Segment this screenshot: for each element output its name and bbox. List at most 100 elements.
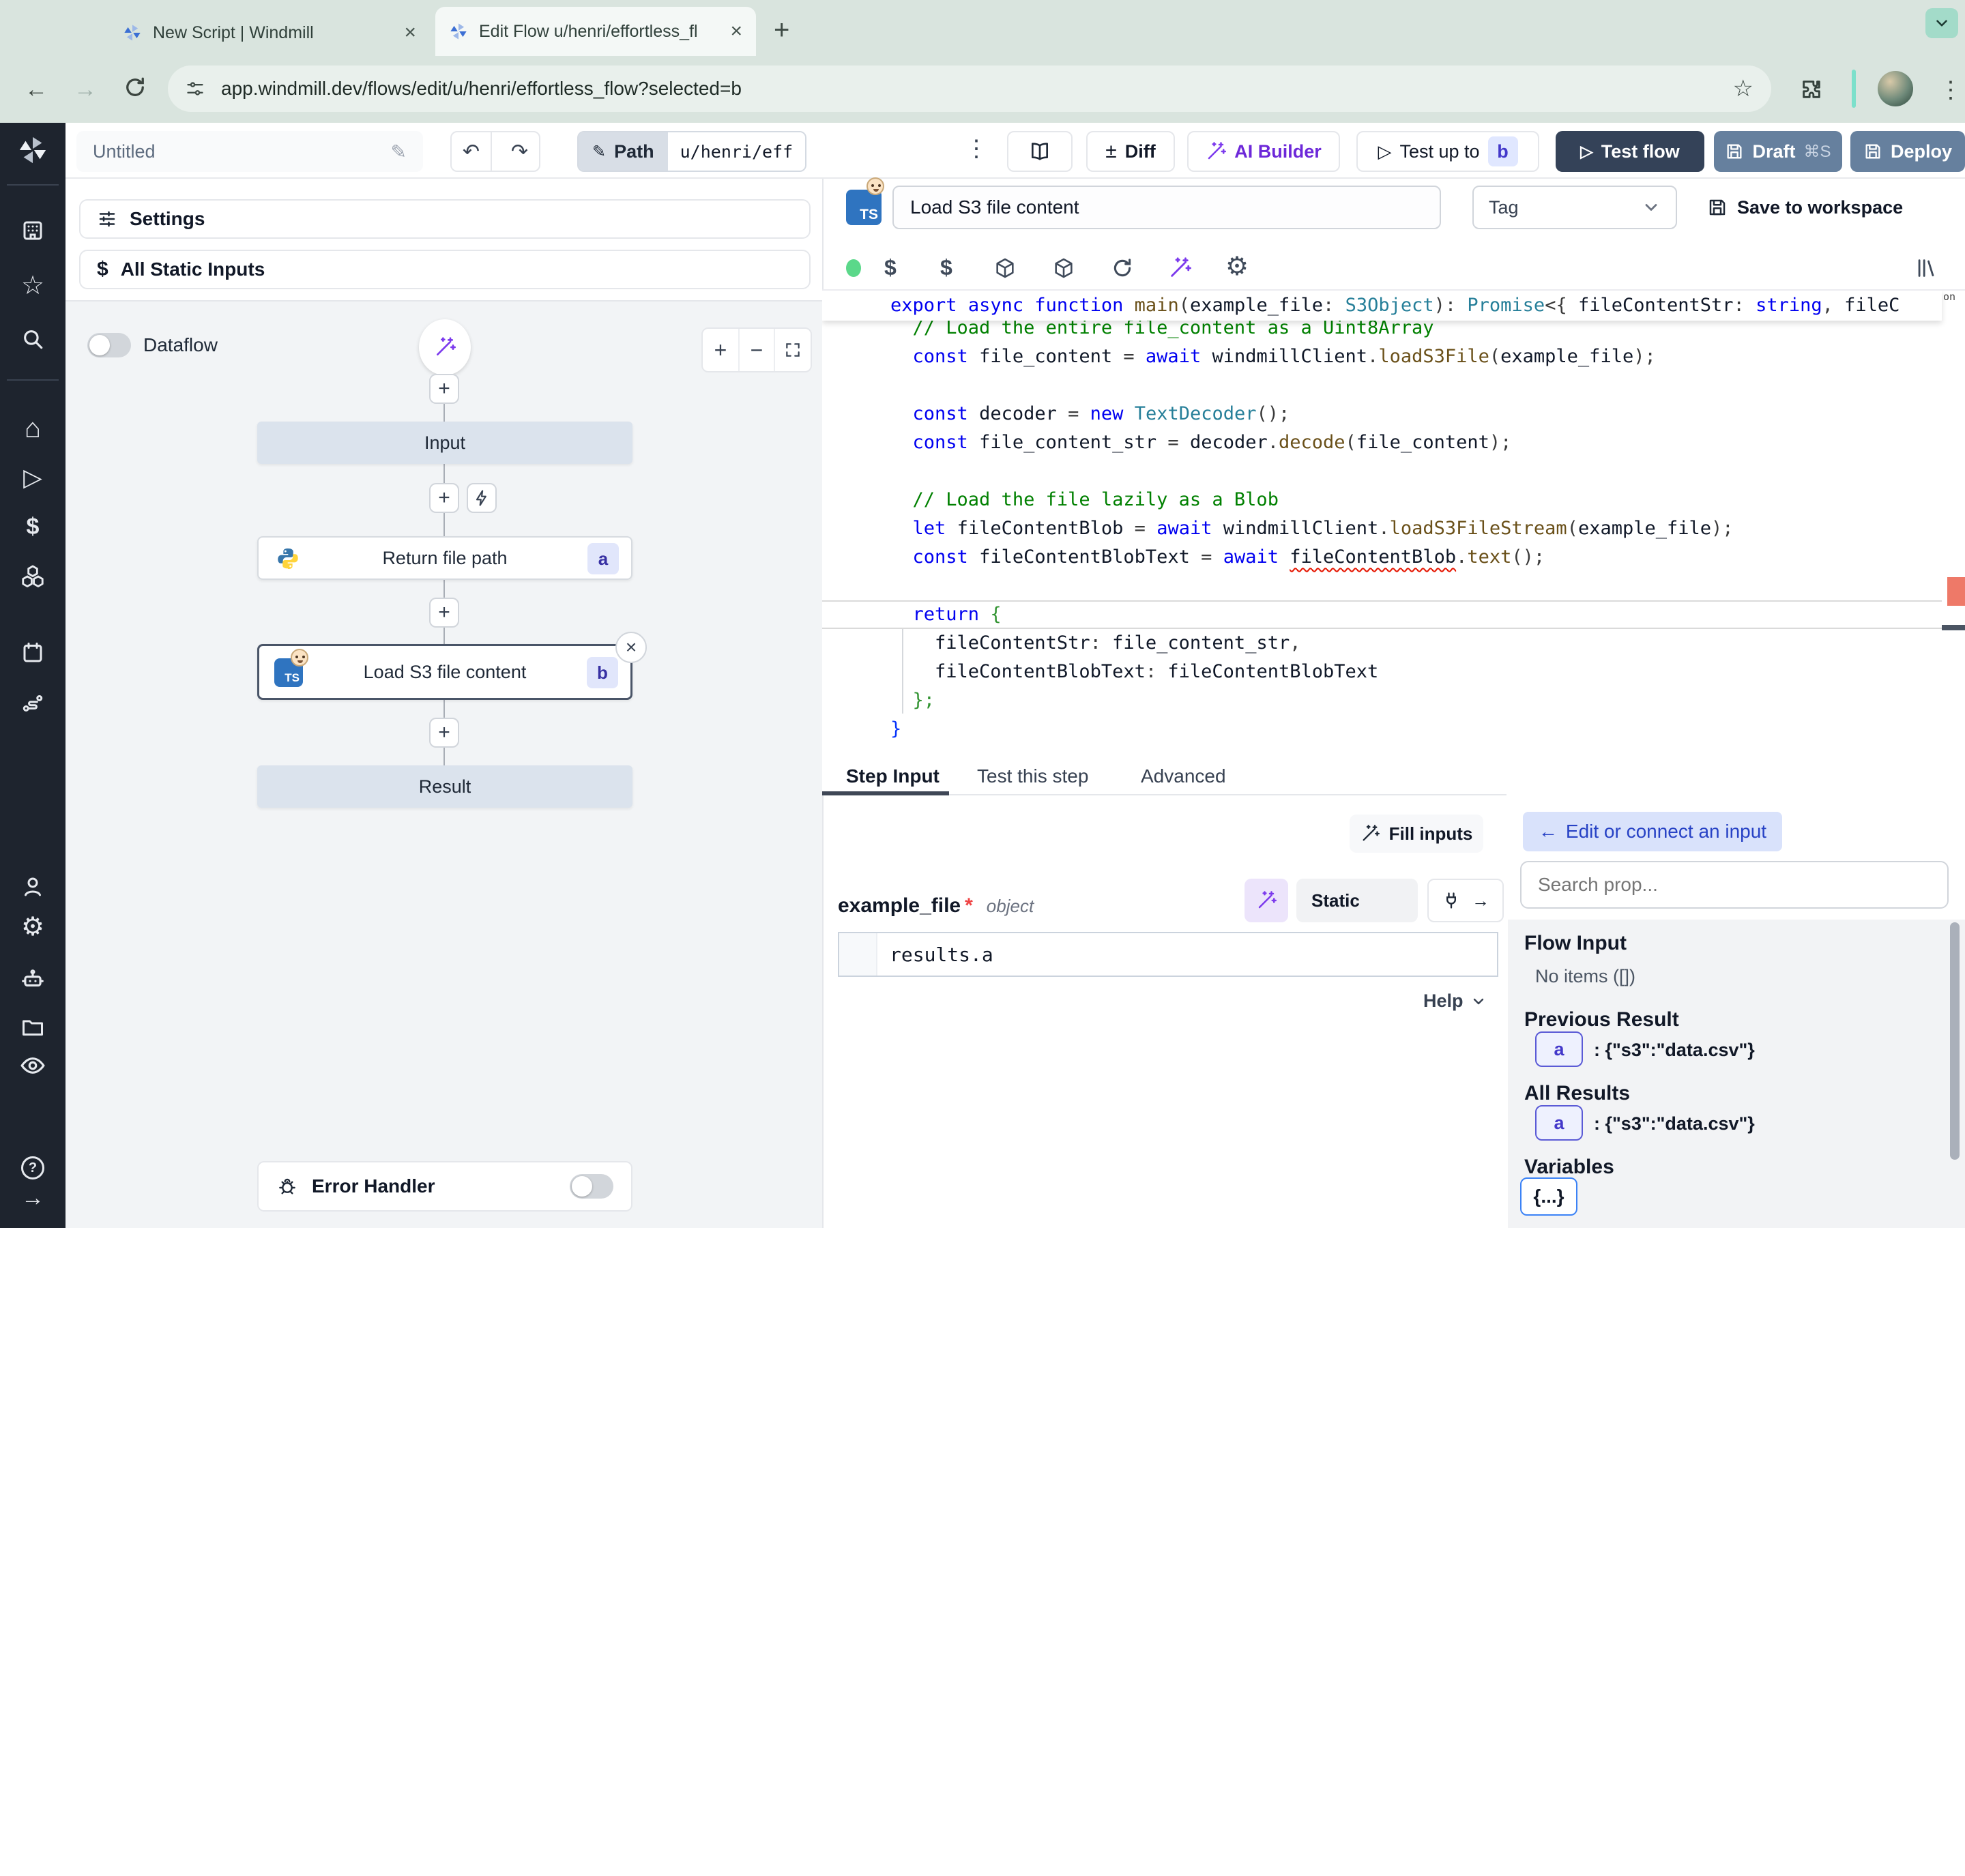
code-line[interactable]	[822, 371, 1942, 400]
draft-button[interactable]: Draft ⌘S	[1714, 131, 1842, 172]
all-static-inputs-button[interactable]: $ All Static Inputs	[79, 250, 811, 289]
variables-badge[interactable]: {...}	[1520, 1177, 1577, 1216]
browser-tab-edit-flow[interactable]: Edit Flow u/henri/effortless_fl ×	[435, 7, 756, 56]
ai-flow-wand-button[interactable]	[419, 319, 471, 375]
fill-inputs-button[interactable]: Fill inputs	[1350, 815, 1483, 853]
remove-step-button[interactable]: ×	[615, 632, 647, 663]
sidebar-item-favorites[interactable]: ☆	[0, 270, 66, 300]
zoom-fit-button[interactable]	[775, 329, 811, 371]
save-to-workspace-button[interactable]: Save to workspace	[1707, 186, 1903, 229]
sidebar-item-workers[interactable]	[0, 964, 66, 994]
browser-menu-button[interactable]: ⋮	[1939, 76, 1962, 104]
reload-button[interactable]	[123, 75, 147, 100]
deploy-button[interactable]: Deploy	[1850, 131, 1965, 172]
insert-trigger-button[interactable]	[467, 483, 497, 513]
minimap-slider[interactable]	[1942, 625, 1965, 630]
sidebar-item-workspace[interactable]	[0, 216, 66, 246]
url-bar[interactable]: app.windmill.dev/flows/edit/u/henri/effo…	[168, 65, 1771, 112]
code-line[interactable]: return {	[822, 600, 1942, 629]
code-editor[interactable]: export async function main(example_file:…	[822, 291, 1965, 753]
code-body[interactable]: // Load the entire file_content as a Uin…	[822, 314, 1942, 744]
reload-deps-button[interactable]	[1111, 257, 1134, 280]
scrollbar-thumb[interactable]	[1950, 922, 1960, 1160]
sidebar-item-search[interactable]	[0, 324, 66, 354]
step-a-node[interactable]: Return file path a	[257, 536, 632, 580]
sidebar-item-schedules[interactable]	[0, 638, 66, 668]
sidebar-item-triggers[interactable]	[0, 688, 66, 718]
sidebar-item-home[interactable]: ⌂	[0, 413, 66, 443]
sidebar-item-resources[interactable]	[0, 561, 66, 591]
all-results-value[interactable]: : {"s3":"data.csv"}	[1594, 1113, 1755, 1134]
more-options-button[interactable]: ⋮	[965, 135, 988, 162]
tab-search-button[interactable]	[1925, 8, 1958, 38]
flow-settings-button[interactable]: Settings	[79, 199, 811, 239]
insert-step-button[interactable]: +	[429, 374, 459, 404]
code-line[interactable]: const fileContentBlobText = await fileCo…	[822, 543, 1942, 572]
error-handler-toggle[interactable]	[570, 1174, 613, 1199]
dataflow-toggle[interactable]	[87, 333, 131, 357]
sidebar-item-users[interactable]	[0, 872, 66, 902]
extensions-button[interactable]	[1800, 78, 1823, 101]
docs-button[interactable]	[1007, 131, 1073, 172]
edit-title-pencil-icon[interactable]: ✎	[391, 141, 407, 163]
connect-input-group[interactable]: →	[1427, 879, 1504, 922]
flow-result-node[interactable]: Result	[257, 765, 632, 808]
code-line[interactable]: }	[822, 715, 1942, 744]
zoom-in-button[interactable]: +	[703, 329, 740, 371]
test-flow-button[interactable]: ▷ Test flow	[1556, 131, 1704, 172]
search-prop-input[interactable]	[1520, 861, 1949, 909]
package-lock-button[interactable]	[1052, 257, 1075, 280]
minimap[interactable]: on	[1942, 291, 1965, 753]
all-results-badge[interactable]: a	[1535, 1105, 1583, 1141]
assets-button[interactable]: $	[884, 255, 897, 280]
sidebar-item-folders[interactable]	[0, 1012, 66, 1042]
help-dropdown[interactable]: Help	[1423, 991, 1487, 1012]
tab-step-input[interactable]: Step Input	[846, 765, 940, 787]
code-line[interactable]: // Load the file lazily as a Blob	[822, 486, 1942, 514]
edit-or-connect-button[interactable]: ← Edit or connect an input	[1523, 812, 1782, 851]
insert-step-button[interactable]: +	[429, 718, 459, 748]
library-button[interactable]	[1915, 257, 1938, 280]
tag-select[interactable]: Tag	[1472, 186, 1677, 229]
avatar[interactable]	[1878, 71, 1913, 106]
undo-button[interactable]: ↶	[452, 132, 492, 171]
ai-fill-field-button[interactable]	[1244, 879, 1288, 922]
diff-button[interactable]: ± Diff	[1086, 131, 1175, 172]
editor-settings-button[interactable]: ⚙	[1225, 251, 1249, 282]
site-info-icon[interactable]	[186, 79, 205, 98]
static-mode-label[interactable]: Static	[1311, 890, 1360, 911]
package-button[interactable]	[993, 257, 1017, 280]
new-tab-button[interactable]: +	[774, 15, 789, 46]
code-line[interactable]: let fileContentBlob = await windmillClie…	[822, 514, 1942, 543]
sidebar-item-audit-logs[interactable]	[0, 1051, 66, 1081]
code-line[interactable]: const decoder = new TextDecoder();	[822, 400, 1942, 428]
sidebar-item-settings[interactable]: ⚙	[0, 911, 66, 941]
flow-input-node[interactable]: Input	[257, 422, 632, 464]
code-line[interactable]: };	[822, 686, 1942, 715]
tab-close-icon[interactable]: ×	[404, 21, 416, 44]
code-line[interactable]: fileContentBlobText: fileContentBlobText	[822, 658, 1942, 686]
insert-step-button[interactable]: +	[429, 598, 459, 628]
tab-test-this-step[interactable]: Test this step	[977, 765, 1088, 787]
tab-close-icon[interactable]: ×	[730, 20, 742, 43]
ai-builder-button[interactable]: AI Builder	[1187, 131, 1340, 172]
sidebar-item-runs[interactable]: ▷	[0, 463, 66, 493]
browser-tab-new-script[interactable]: New Script | Windmill ×	[109, 10, 430, 56]
url-text[interactable]: app.windmill.dev/flows/edit/u/henri/effo…	[221, 78, 1717, 100]
tab-advanced[interactable]: Advanced	[1141, 765, 1226, 787]
sidebar-collapse-button[interactable]: →	[0, 1183, 66, 1213]
expression-editor[interactable]: results.a	[838, 932, 1498, 977]
path-button[interactable]: ✎ Path u/henri/eff	[577, 131, 806, 172]
back-button[interactable]: ←	[25, 76, 48, 103]
forward-button[interactable]: →	[74, 76, 97, 103]
code-line[interactable]	[822, 457, 1942, 486]
code-line[interactable]: const file_content_str = decoder.decode(…	[822, 428, 1942, 457]
zoom-out-button[interactable]: −	[740, 329, 775, 371]
code-line[interactable]: fileContentStr: file_content_str,	[822, 629, 1942, 658]
prev-result-badge[interactable]: a	[1535, 1031, 1583, 1067]
redo-button[interactable]: ↷	[500, 132, 539, 171]
sidebar-item-variables[interactable]: $	[0, 512, 66, 542]
test-up-to-button[interactable]: ▷ Test up to b	[1356, 131, 1539, 172]
step-b-node-selected[interactable]: TS Load S3 file content b	[257, 644, 632, 700]
bookmark-star-icon[interactable]: ☆	[1733, 75, 1753, 102]
